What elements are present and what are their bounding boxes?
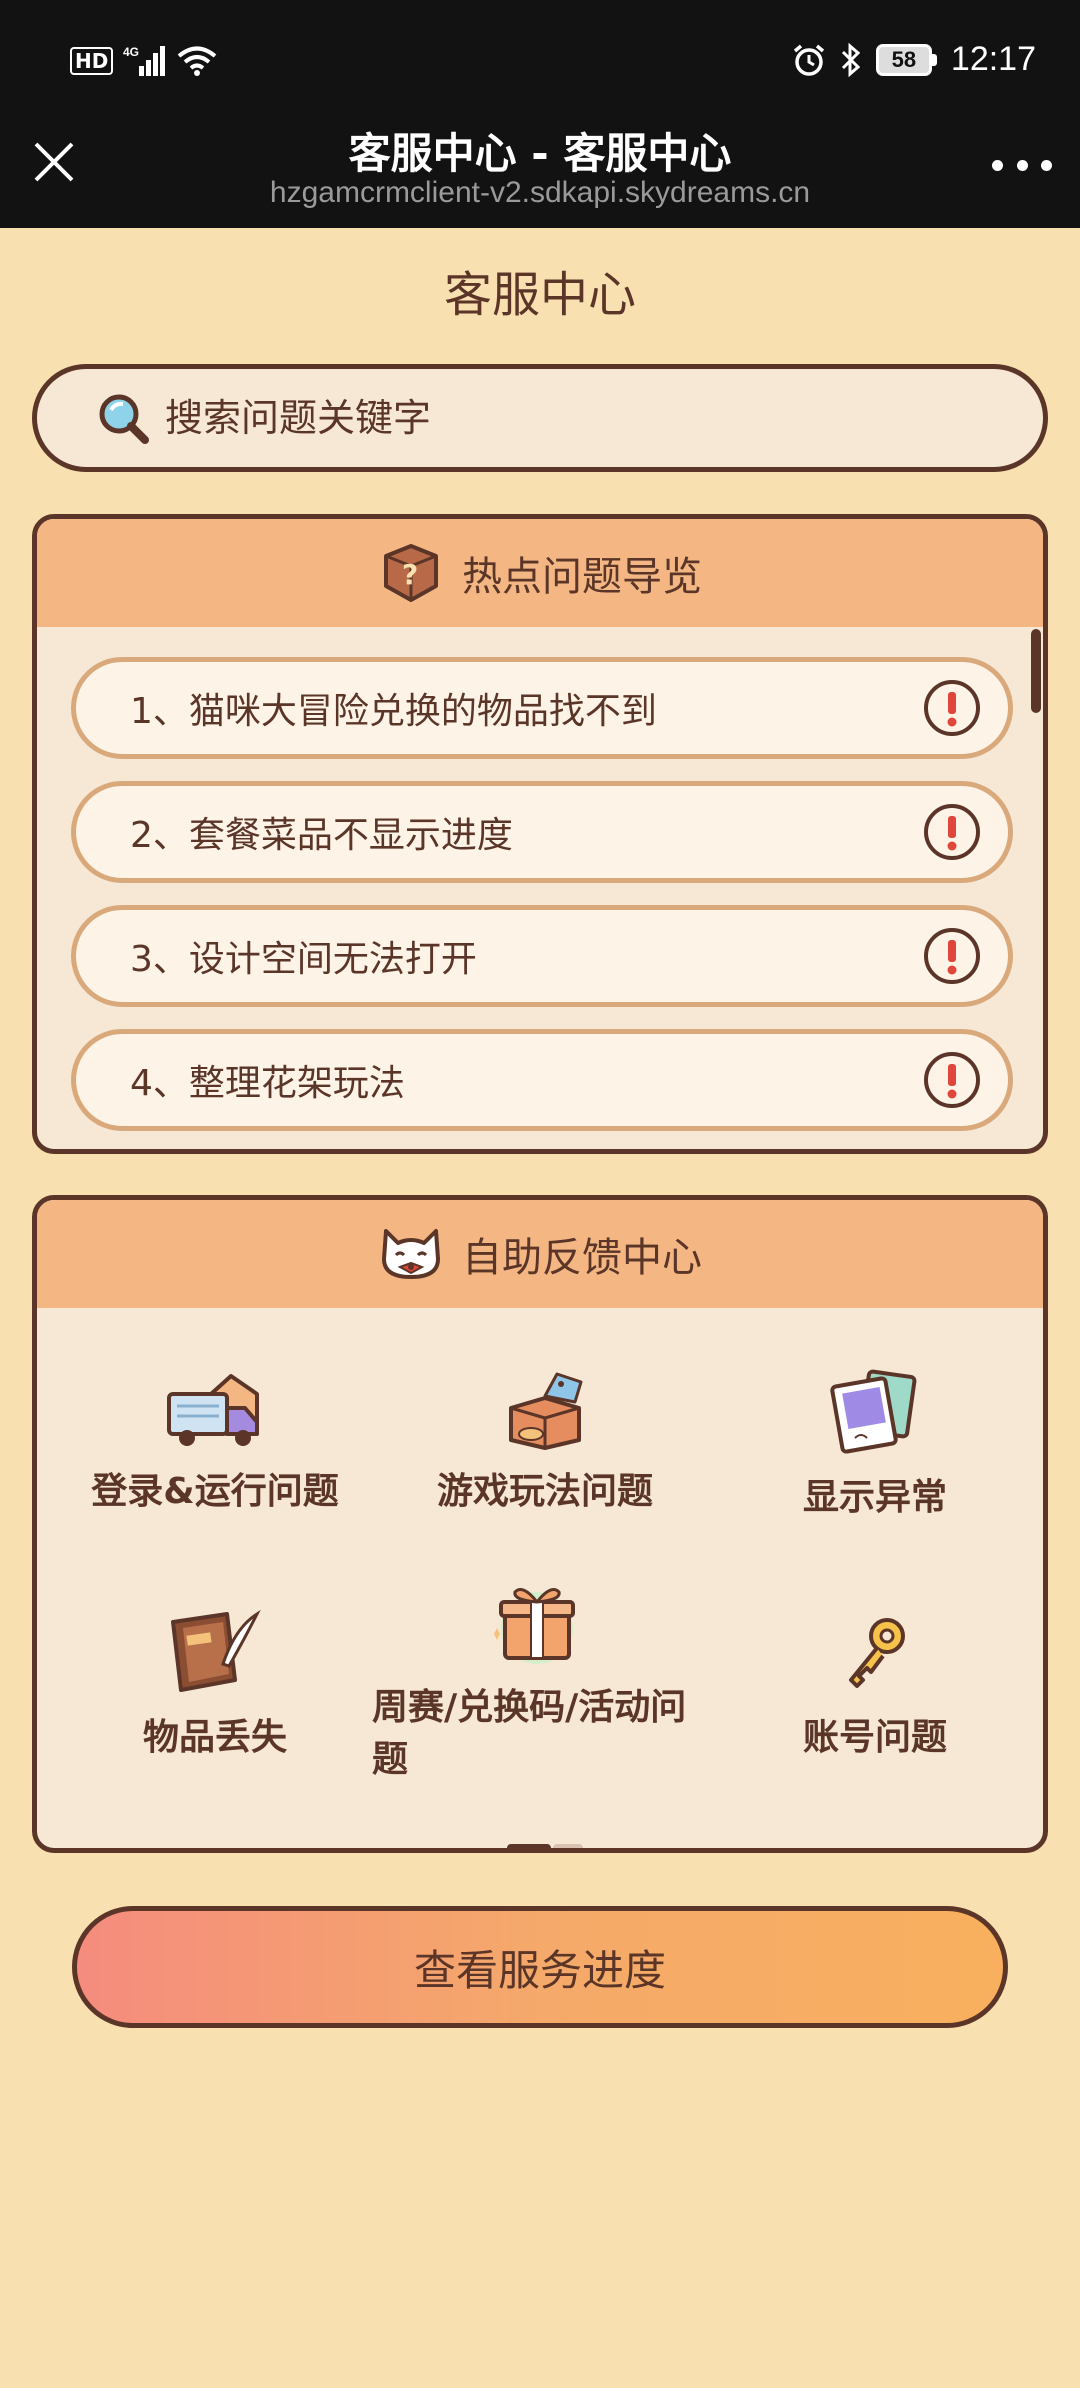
self-help-card: 自助反馈中心 登录&运行问题 游戏玩法问题 显示异常 物品丢失 周赛/兑换码/活… <box>32 1195 1048 1853</box>
more-dot-icon <box>1016 159 1028 171</box>
svg-text:4G: 4G <box>123 45 139 59</box>
search-icon <box>99 394 149 444</box>
exclamation-icon <box>924 680 980 736</box>
scrollbar-thumb[interactable] <box>1031 629 1041 713</box>
cellular-signal-icon: 4G <box>123 45 166 76</box>
category-gameplay[interactable]: 游戏玩法问题 <box>385 1368 705 1514</box>
browser-title-bar: 客服中心 - 客服中心 hzgamcrmclient-v2.sdkapi.sky… <box>0 120 1080 228</box>
battery-level: 58 <box>875 43 932 76</box>
bluetooth-icon <box>841 42 861 77</box>
question-box-icon: ? <box>384 544 438 602</box>
category-login-run[interactable]: 登录&运行问题 <box>55 1368 375 1514</box>
hd-badge: HD <box>70 47 114 75</box>
category-label: 账号问题 <box>802 1717 947 1758</box>
page-dot-active <box>507 1844 551 1848</box>
search-input[interactable] <box>165 396 965 440</box>
hot-question-item[interactable]: 1、猫咪大冒险兑换的物品找不到 <box>71 657 1013 759</box>
hot-question-item[interactable]: 4、整理花架玩法 <box>71 1029 1013 1131</box>
category-label: 登录&运行问题 <box>91 1471 339 1512</box>
view-progress-button[interactable]: 查看服务进度 <box>72 1906 1008 2028</box>
book-quill-icon <box>171 1609 261 1692</box>
gift-icon <box>494 1588 575 1664</box>
self-help-title: 自助反馈中心 <box>462 1235 702 1281</box>
more-options-button[interactable] <box>992 150 1052 180</box>
self-help-header: 自助反馈中心 <box>37 1200 1043 1308</box>
wifi-icon <box>178 46 217 76</box>
alarm-icon <box>793 44 825 76</box>
clock: 12:17 <box>950 40 1036 78</box>
page-dot <box>553 1844 583 1848</box>
cat-face-icon <box>382 1229 440 1279</box>
hot-question-item[interactable]: 2、套餐菜品不显示进度 <box>71 781 1013 883</box>
more-dot-icon <box>1041 159 1052 171</box>
category-label: 显示异常 <box>802 1477 947 1518</box>
exclamation-icon <box>924 804 980 860</box>
search-bar[interactable] <box>32 364 1048 472</box>
category-label: 游戏玩法问题 <box>436 1471 653 1512</box>
battery-indicator: 58 <box>875 43 937 76</box>
key-icon <box>849 1618 905 1688</box>
page-url: hzgamcrmclient-v2.sdkapi.skydreams.cn <box>269 176 811 209</box>
hot-question-text: 3、设计空间无法打开 <box>130 939 477 980</box>
self-help-grid: 登录&运行问题 游戏玩法问题 显示异常 物品丢失 周赛/兑换码/活动问题 账号问… <box>37 1308 1043 1848</box>
category-events[interactable]: 周赛/兑换码/活动问题 <box>372 1578 702 1782</box>
photos-icon <box>830 1369 917 1454</box>
category-lost-items[interactable]: 物品丢失 <box>55 1608 375 1760</box>
status-bar: HD 4G 58 12:17 <box>0 0 1080 120</box>
hot-question-item[interactable]: 3、设计空间无法打开 <box>71 905 1013 1007</box>
exclamation-icon <box>924 1052 980 1108</box>
window-title: 客服中心 - 客服中心 <box>348 129 732 178</box>
status-left: HD 4G <box>70 44 217 78</box>
hot-question-text: 1、猫咪大冒险兑换的物品找不到 <box>130 691 657 732</box>
hot-question-text: 2、套餐菜品不显示进度 <box>130 815 513 856</box>
hot-questions-card: ? 热点问题导览 1、猫咪大冒险兑换的物品找不到 2、套餐菜品不显示进度 3、设… <box>32 514 1048 1154</box>
category-label: 物品丢失 <box>142 1717 287 1758</box>
hot-question-list: 1、猫咪大冒险兑换的物品找不到 2、套餐菜品不显示进度 3、设计空间无法打开 4… <box>37 627 1043 1131</box>
exclamation-icon <box>924 928 980 984</box>
box-tag-icon <box>509 1372 583 1450</box>
page-indicator <box>507 1844 583 1848</box>
hot-questions-header: ? 热点问题导览 <box>37 519 1043 627</box>
category-account[interactable]: 账号问题 <box>715 1608 1035 1760</box>
category-label: 周赛/兑换码/活动问题 <box>372 1687 687 1780</box>
delivery-truck-icon <box>167 1374 259 1446</box>
hot-question-text: 4、整理花架玩法 <box>130 1063 405 1104</box>
page-title: 客服中心 <box>443 267 636 323</box>
svg-text:?: ? <box>402 558 418 591</box>
hot-questions-title: 热点问题导览 <box>462 554 702 600</box>
more-dot-icon <box>992 159 1003 171</box>
status-right: 58 12:17 <box>792 40 1036 79</box>
category-display[interactable]: 显示异常 <box>715 1368 1035 1520</box>
